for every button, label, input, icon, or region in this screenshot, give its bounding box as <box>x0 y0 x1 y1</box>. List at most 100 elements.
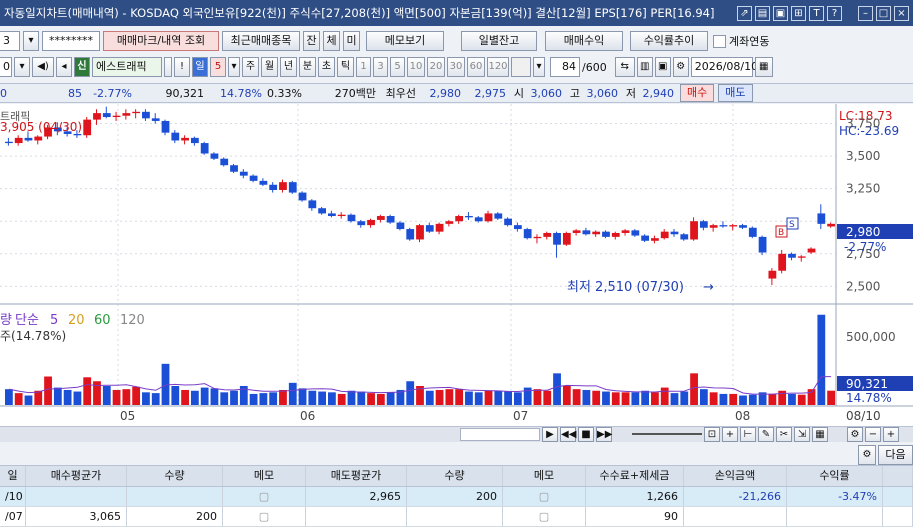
account-dropdown-icon[interactable]: ▾ <box>23 31 39 51</box>
account-field[interactable]: 3 <box>0 31 20 51</box>
crosshair-icon[interactable]: + <box>722 427 738 442</box>
minimize-icon[interactable]: – <box>858 5 873 21</box>
interval-button-20[interactable]: 20 <box>427 57 445 77</box>
speaker-icon[interactable]: ◀) <box>32 57 54 77</box>
memo-icon[interactable]: ▢ <box>503 487 586 506</box>
date-field[interactable]: 2026/08/10 <box>690 57 758 77</box>
period-dropdown-icon[interactable]: ▾ <box>228 57 240 77</box>
period-day-button[interactable]: 일 <box>192 57 208 77</box>
chart-settings-icon[interactable]: ▥ <box>636 57 653 77</box>
grid-toggle-icon[interactable]: ▦ <box>812 427 828 442</box>
zoom-in-icon[interactable]: + <box>883 427 899 442</box>
period-button-3[interactable]: 분 <box>299 57 316 77</box>
table-settings-icon[interactable]: ⚙ <box>858 445 876 465</box>
period-button-1[interactable]: 월 <box>261 57 278 77</box>
chart-gear-icon[interactable]: ⚙ <box>847 427 863 442</box>
grid-icon[interactable]: ⊞ <box>791 5 806 21</box>
account-link-checkbox[interactable] <box>713 34 726 48</box>
column-header[interactable]: 손익금액 <box>684 466 787 486</box>
recent-trades-button[interactable]: 최근매매종목 <box>222 31 300 51</box>
close-icon[interactable]: × <box>894 5 909 21</box>
memo-icon[interactable]: ▢ <box>223 487 306 506</box>
save-chart-icon[interactable]: ▣ <box>654 57 671 77</box>
scroll-track[interactable] <box>460 428 540 441</box>
chart-area[interactable]: 트래픽 3,905 (04/30) 최저 2,510 (07/30) → LC:… <box>0 104 913 426</box>
play-icon[interactable]: ▶ <box>542 427 558 442</box>
password-field[interactable]: ******** <box>42 31 100 51</box>
period-value-field[interactable]: 5 <box>210 57 226 77</box>
stock-code-field[interactable]: 0 <box>0 57 12 77</box>
scissors-icon[interactable]: ✂ <box>776 427 792 442</box>
count-field[interactable]: 84 <box>550 57 580 77</box>
buy-button[interactable]: 매수 <box>680 84 715 102</box>
scroll-tool-icon[interactable]: ⇆ <box>614 57 635 77</box>
rewind-icon[interactable]: ◀◀ <box>560 427 576 442</box>
column-header[interactable]: 매도평균가 <box>306 466 407 486</box>
gear-icon[interactable]: ⚙ <box>672 57 689 77</box>
column-header[interactable]: 수량 <box>407 466 503 486</box>
save-icon[interactable]: ▣ <box>773 5 788 21</box>
candlestick-chart[interactable]: 트래픽 3,905 (04/30) 최저 2,510 (07/30) → LC:… <box>0 104 913 426</box>
trade-profit-button[interactable]: 매매수익 <box>545 31 623 51</box>
executed-button[interactable]: 체 <box>323 31 340 51</box>
forward-icon[interactable]: ▶▶ <box>596 427 612 442</box>
column-header[interactable]: 메모 <box>503 466 586 486</box>
draw-icon[interactable]: ✎ <box>758 427 774 442</box>
stock-dropdown-icon[interactable]: ▾ <box>14 57 30 77</box>
period-button-5[interactable]: 틱 <box>337 57 354 77</box>
calendar-icon[interactable]: ▦ <box>754 57 773 77</box>
trade-markers[interactable]: B S <box>775 217 799 238</box>
candle-body <box>259 180 268 185</box>
print-icon[interactable]: ▤ <box>755 5 770 21</box>
speed-slider[interactable] <box>632 433 702 435</box>
interval-button-1[interactable]: 1 <box>356 57 371 77</box>
unexecuted-button[interactable]: 미 <box>343 31 360 51</box>
help-icon[interactable]: ? <box>827 5 842 21</box>
memo-icon[interactable]: ▢ <box>503 507 586 526</box>
column-header[interactable]: 수익률 <box>787 466 883 486</box>
period-button-0[interactable]: 주 <box>242 57 259 77</box>
sell-button[interactable]: 매도 <box>718 84 753 102</box>
zoom-fit-icon[interactable]: ⊡ <box>704 427 720 442</box>
memo-view-button[interactable]: 메모보기 <box>366 31 444 51</box>
table-row[interactable]: /07 3,065 200 ▢ ▢ 90 <box>0 507 913 527</box>
interval-button-30[interactable]: 30 <box>447 57 465 77</box>
column-header[interactable]: 매수평균가 <box>26 466 127 486</box>
period-button-4[interactable]: 초 <box>318 57 335 77</box>
stock-name-field[interactable]: 에스트래픽 <box>92 57 162 77</box>
trade-mark-button[interactable]: 매매마크/내역 조회 <box>103 31 219 51</box>
stock-more-icon[interactable] <box>164 57 172 77</box>
x-label: 08 <box>735 409 750 423</box>
column-header[interactable]: 수량 <box>127 466 223 486</box>
next-button[interactable]: 다음 <box>878 445 913 465</box>
yield-trend-button[interactable]: 수익률추이 <box>630 31 708 51</box>
interval-dropdown-icon[interactable]: ▾ <box>533 57 545 77</box>
ruler-icon[interactable]: ⊢ <box>740 427 756 442</box>
memo-icon[interactable]: ▢ <box>223 507 306 526</box>
export-icon[interactable]: ⇲ <box>794 427 810 442</box>
interval-button-5[interactable]: 5 <box>390 57 405 77</box>
daily-balance-button[interactable]: 일별잔고 <box>461 31 537 51</box>
column-header[interactable]: 수수료+제세금 <box>586 466 684 486</box>
table-cell <box>883 487 913 506</box>
volume-bar <box>817 314 826 405</box>
column-header[interactable]: 메모 <box>223 466 306 486</box>
chart-scrollbar[interactable]: ▶ ◀◀ ■ ▶▶ ⊡ + ⊢ ✎ ✂ ⇲ ▦ ⚙ − + <box>0 426 913 442</box>
interval-button-60[interactable]: 60 <box>467 57 485 77</box>
table-row[interactable]: /10 ▢ 2,965 200 ▢ 1,266 -21,266 -3.47% <box>0 487 913 507</box>
period-button-2[interactable]: 년 <box>280 57 297 77</box>
stop-icon[interactable]: ■ <box>578 427 594 442</box>
interval-button-120[interactable]: 120 <box>487 57 509 77</box>
interval-button-3[interactable]: 3 <box>373 57 388 77</box>
link-icon[interactable]: ⇗ <box>737 5 752 21</box>
text-icon[interactable]: T <box>809 5 824 21</box>
count-total: /600 <box>582 60 607 74</box>
alert-icon[interactable]: ! <box>174 57 190 77</box>
balance-button[interactable]: 잔 <box>303 31 320 51</box>
interval-custom-field[interactable] <box>511 57 531 77</box>
interval-button-10[interactable]: 10 <box>407 57 425 77</box>
maximize-icon[interactable]: □ <box>876 5 891 21</box>
column-header[interactable]: 일 <box>0 466 26 486</box>
prev-arrow-icon[interactable]: ◂ <box>56 57 72 77</box>
zoom-out-icon[interactable]: − <box>865 427 881 442</box>
